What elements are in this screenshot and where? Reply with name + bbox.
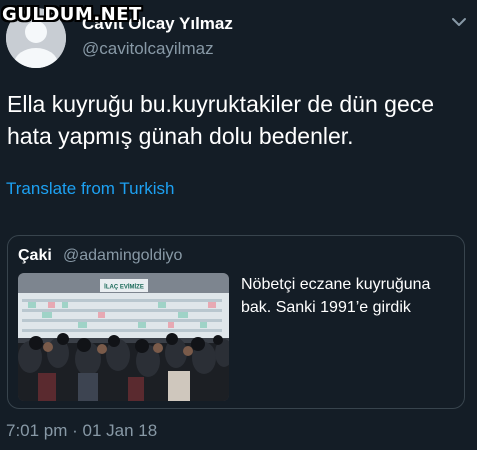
quoted-tweet-text: Nöbetçi eczane kuyruğuna bak. Sanki 1991… [241,276,431,316]
quoted-author-name: Çaki [18,247,52,264]
tweet-timestamp[interactable]: 7:01 pm · 01 Jan 18 [6,421,157,441]
tweet-text: Ella kuyruğu bu.kuyruktakiler de dün gec… [7,91,435,149]
chevron-down-icon[interactable] [447,10,471,34]
quoted-tweet[interactable]: Çaki @adamingoldiyo İLAÇ EVİMİZE Nöbetçi… [7,235,465,409]
site-watermark: GULDUM.NET [2,4,142,25]
photo-sign-text: İLAÇ EVİMİZE [104,284,144,291]
author-handle[interactable]: @cavitolcayilmaz [82,39,214,59]
quoted-author-handle: @adamingoldiyo [63,247,183,264]
pharmacy-queue-photo: İLAÇ EVİMİZE [18,273,229,401]
translate-link[interactable]: Translate from Turkish [6,179,174,199]
quoted-photo[interactable]: İLAÇ EVİMİZE [18,273,229,401]
